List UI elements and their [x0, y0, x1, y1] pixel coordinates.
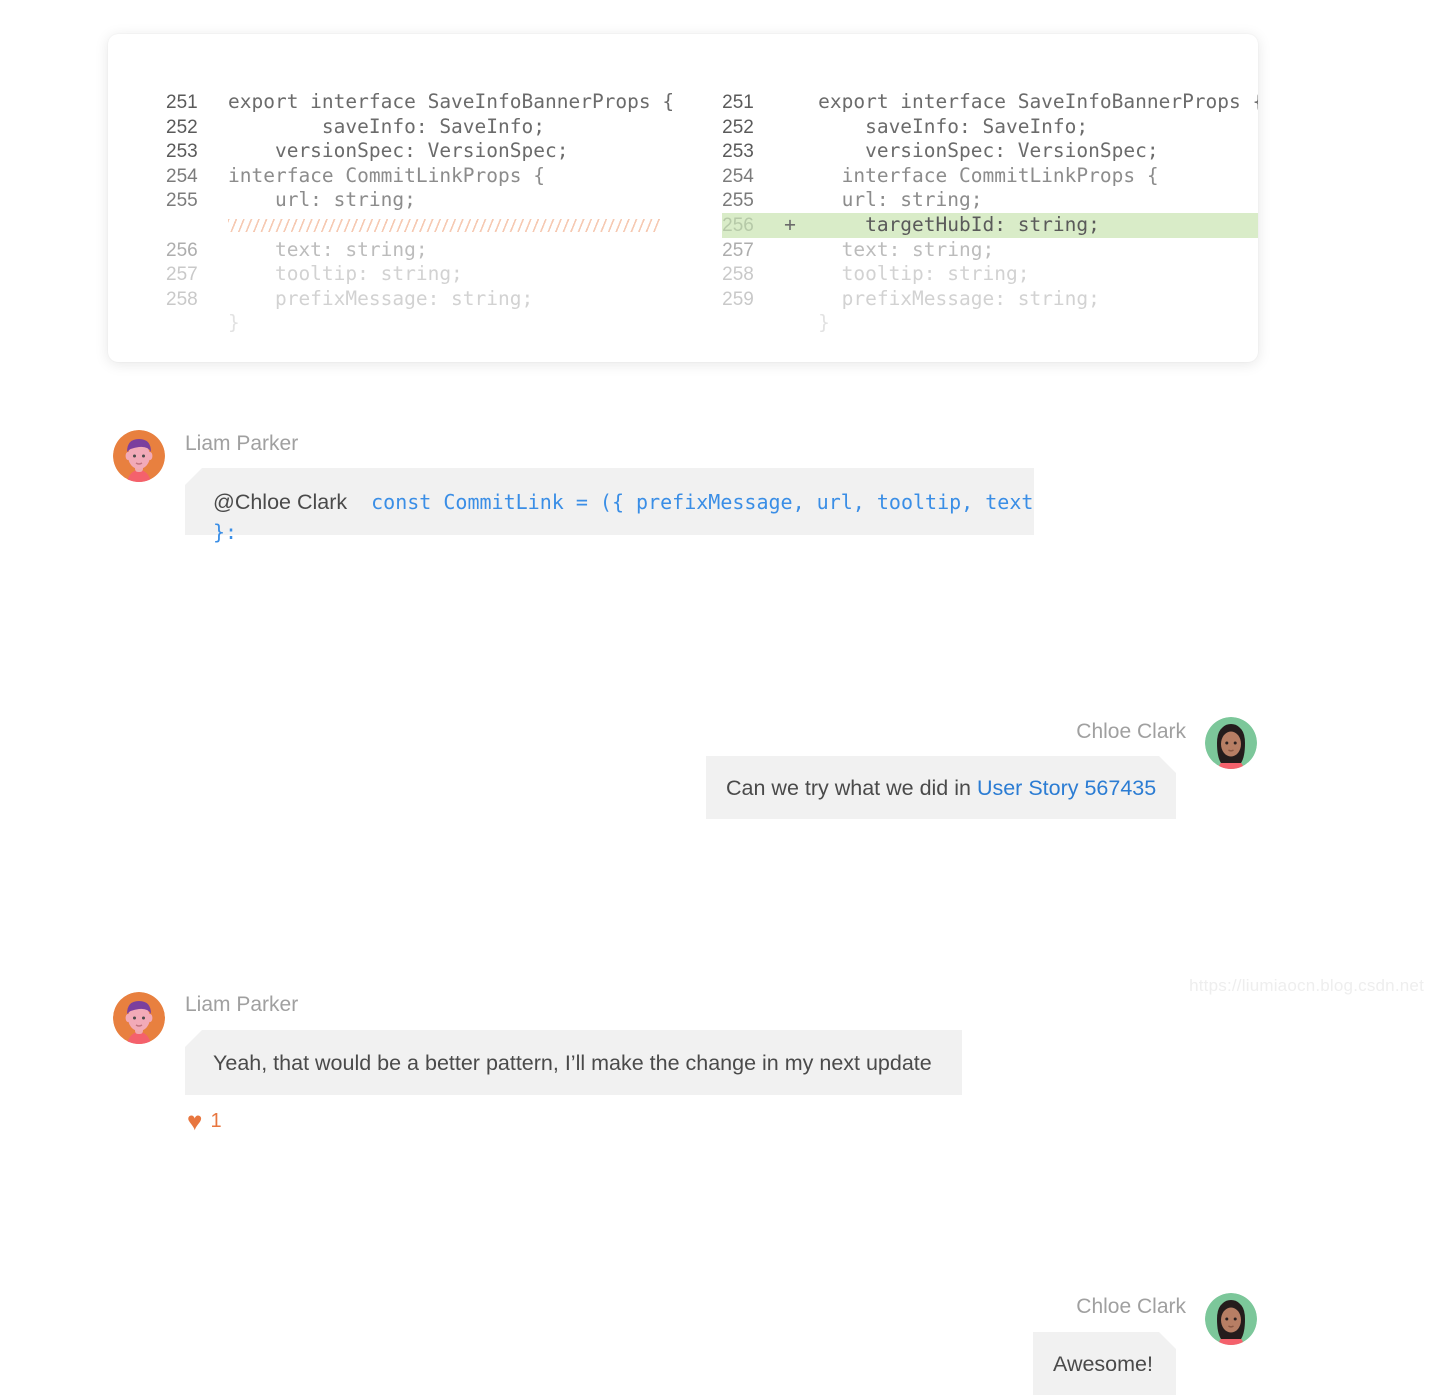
line-number: 257	[166, 264, 198, 286]
code-line: 257 text: string;	[722, 238, 1258, 263]
liam-avatar[interactable]	[113, 992, 165, 1044]
code-line: 254 interface CommitLinkProps {	[722, 164, 1258, 189]
diff-pane-after: 251 export interface SaveInfoBannerProps …	[674, 90, 1258, 362]
code-line-added: 256 + targetHubId: string;	[722, 212, 1258, 238]
line-number: 254	[722, 165, 754, 187]
code-text: text: string;	[818, 237, 995, 261]
line-number: 252	[722, 116, 754, 138]
code-line: 253 versionSpec: VersionSpec;	[166, 139, 674, 164]
line-number: 258	[722, 264, 754, 286]
code-line: 252 saveInfo: SaveInfo;	[722, 115, 1258, 140]
line-number: 251	[722, 92, 754, 113]
bubble-tail	[185, 468, 202, 485]
reaction-count: 1	[210, 1109, 222, 1132]
code-text: url: string;	[228, 188, 416, 212]
code-text: saveInfo: SaveInfo;	[228, 114, 545, 138]
code-text: interface CommitLinkProps {	[228, 163, 545, 187]
line-number: 253	[722, 141, 754, 163]
code-text: }	[228, 311, 240, 335]
code-line: 258 prefixMessage: string;	[166, 287, 674, 312]
code-line: 255 url: string;	[722, 188, 1258, 213]
diff-pane-before: 251 export interface SaveInfoBannerProps …	[108, 90, 674, 362]
code-text: targetHubId: string;	[818, 212, 1100, 236]
comment-bubble: @Chloe Clark const CommitLink = ({ prefi…	[185, 468, 1034, 544]
code-line: }	[722, 311, 1258, 336]
line-number: 257	[722, 239, 754, 261]
code-text: prefixMessage: string;	[228, 286, 534, 310]
code-line: 252 saveInfo: SaveInfo;	[166, 115, 674, 140]
comment-text: Awesome!	[1053, 1352, 1153, 1376]
chloe-avatar[interactable]	[1205, 1293, 1257, 1345]
avatar-illustration	[113, 992, 165, 1044]
code-text: url: string;	[818, 188, 983, 212]
code-text: text: string;	[228, 237, 428, 261]
line-number: 255	[166, 190, 198, 212]
comment-author: Liam Parker	[185, 432, 299, 455]
diff-marker: +	[784, 212, 796, 236]
code-text: versionSpec: VersionSpec;	[228, 139, 569, 163]
line-number: 253	[166, 141, 198, 163]
line-number: 259	[722, 288, 754, 310]
heart-icon: ♥	[187, 1106, 203, 1136]
code-text: tooltip: string;	[228, 262, 463, 286]
comment-item: Liam Parker Yeah, that would be a better…	[0, 680, 1438, 1134]
comment-bubble: Yeah, that would be a better pattern, I’…	[185, 1030, 962, 1095]
liam-avatar[interactable]	[113, 430, 165, 482]
comment-text: Yeah, that would be a better pattern, I’…	[213, 1051, 932, 1075]
code-diff-card: 251 export interface SaveInfoBannerProps …	[108, 34, 1258, 362]
code-line: 256 text: string;	[166, 238, 674, 263]
comment-mention[interactable]: @Chloe Clark	[213, 490, 347, 514]
avatar-illustration	[1205, 1293, 1257, 1345]
comment-item: Liam Parker @Chloe Clark const CommitLin…	[0, 400, 1438, 544]
code-text: export interface SaveInfoBannerProps {	[228, 90, 675, 113]
code-line: 253 versionSpec: VersionSpec;	[722, 139, 1258, 164]
code-line: }	[166, 311, 674, 336]
code-line: 257 tooltip: string;	[166, 262, 674, 287]
line-number: 256	[166, 239, 198, 261]
diff-panes: 251 export interface SaveInfoBannerProps …	[108, 34, 1258, 362]
code-text: prefixMessage: string;	[818, 286, 1100, 310]
reaction-heart[interactable]: ♥ 1	[187, 1108, 222, 1134]
code-text: }	[818, 311, 830, 335]
code-text: saveInfo: SaveInfo;	[818, 114, 1089, 138]
comment-bubble: Awesome!	[1033, 1332, 1176, 1395]
line-number: 258	[166, 288, 198, 310]
code-text: interface CommitLinkProps {	[818, 163, 1159, 187]
code-line: 255 url: string;	[166, 188, 674, 213]
line-number: 251	[166, 92, 198, 113]
line-number: 256	[722, 214, 754, 236]
code-text: versionSpec: VersionSpec;	[818, 139, 1159, 163]
code-line: 251 export interface SaveInfoBannerProps …	[722, 90, 1258, 115]
bubble-tail	[185, 1030, 202, 1047]
line-number: 255	[722, 190, 754, 212]
code-line: 259 prefixMessage: string;	[722, 287, 1258, 312]
code-line: 258 tooltip: string;	[722, 262, 1258, 287]
code-line: 251 export interface SaveInfoBannerProps …	[166, 90, 674, 115]
comment-author: Chloe Clark	[1076, 1295, 1186, 1318]
line-number: 254	[166, 165, 198, 187]
removed-lines-hatch	[166, 213, 674, 238]
code-text: export interface SaveInfoBannerProps {	[818, 90, 1258, 113]
code-text: tooltip: string;	[818, 262, 1030, 286]
bubble-tail	[1159, 1332, 1176, 1349]
comment-author: Liam Parker	[185, 993, 299, 1016]
watermark: https://liumiaocn.blog.csdn.net	[1189, 976, 1424, 995]
line-number: 252	[166, 116, 198, 138]
comment-item: Chloe Clark Awesome!	[0, 865, 1438, 1395]
hatch-bar	[228, 218, 661, 232]
avatar-illustration	[113, 430, 165, 482]
comment-item: Chloe Clark Can we try what we did in Us…	[0, 540, 1438, 819]
comment-thread: Liam Parker @Chloe Clark const CommitLin…	[0, 400, 1438, 1395]
code-line: 254 interface CommitLinkProps {	[166, 164, 674, 189]
